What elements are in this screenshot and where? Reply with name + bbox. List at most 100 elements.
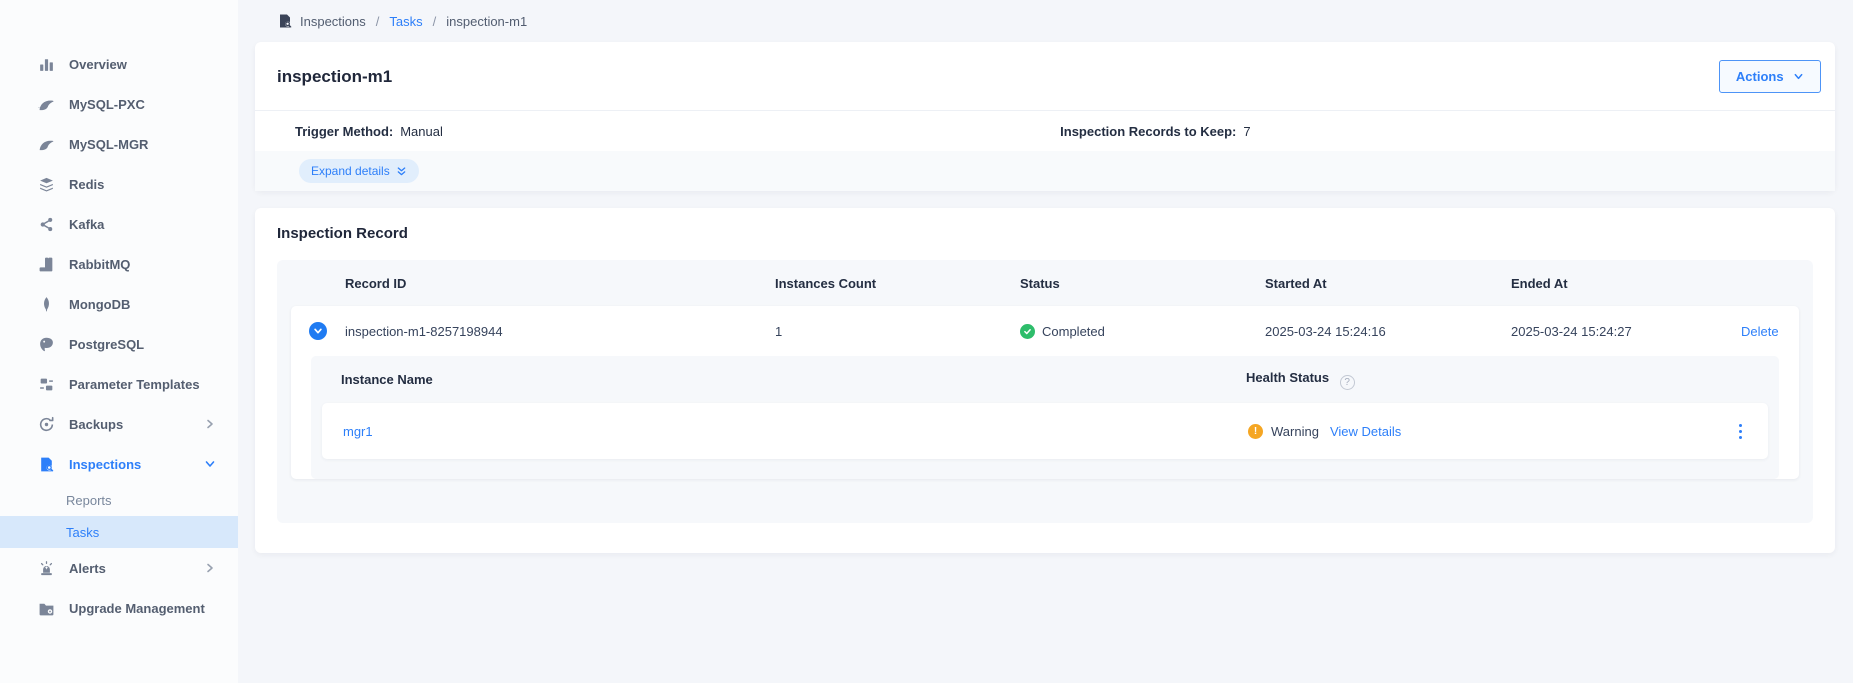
delete-button[interactable]: Delete [1741,324,1779,339]
col-health-status-label: Health Status [1246,370,1329,385]
sidebar-item-alerts[interactable]: Alerts [0,548,238,588]
sidebar-subitem-label: Tasks [66,525,99,540]
sidebar-item-parameter-templates[interactable]: Parameter Templates [0,364,238,404]
sidebar-item-upgrade-management[interactable]: Upgrade Management [0,588,238,628]
expand-details-label: Expand details [311,164,390,178]
field-label: Inspection Records to Keep: [1060,124,1236,139]
page-title: inspection-m1 [277,67,392,87]
sidebar-item-label: MySQL-PXC [69,95,216,114]
sidebar-item-label: Backups [69,415,190,434]
sidebar-item-label: PostgreSQL [69,335,216,354]
chevron-down-icon [313,326,323,336]
inspection-record-card: Inspection Record Record ID Instances Co… [255,208,1835,553]
instance-name-link[interactable]: mgr1 [343,424,1248,439]
health-status-cell: ! Warning View Details [1248,424,1401,439]
sidebar-item-overview[interactable]: Overview [0,44,238,84]
sidebar-item-label: Inspections [69,455,190,474]
kafka-nodes-icon [38,216,55,233]
alerts-icon [38,560,55,577]
sidebar-item-redis[interactable]: Redis [0,164,238,204]
chevron-down-icon [1793,71,1804,82]
sidebar-item-label: Redis [69,175,216,194]
task-header-card: inspection-m1 Actions Trigger Method: Ma… [255,42,1835,191]
main-content: Inspections / Tasks / inspection-m1 insp… [238,0,1853,683]
col-instances-count: Instances Count [775,276,1020,291]
sidebar-item-label: Alerts [69,559,190,578]
col-instance-name: Instance Name [341,372,1246,387]
breadcrumb-current: inspection-m1 [446,14,527,29]
col-record-id: Record ID [345,276,775,291]
warning-icon: ! [1248,424,1263,439]
sidebar: Overview MySQL-PXC MySQL-MGR Redis Kafka… [0,0,238,683]
backups-icon [38,416,55,433]
mysql-dolphin-icon [38,96,55,113]
mysql-dolphin-icon [38,136,55,153]
sidebar-item-postgresql[interactable]: PostgreSQL [0,324,238,364]
sidebar-subitem-label: Reports [66,493,112,508]
field-label: Trigger Method: [295,124,393,139]
sidebar-item-label: Overview [69,55,216,74]
actions-button[interactable]: Actions [1719,60,1821,93]
sidebar-item-rabbitmq[interactable]: RabbitMQ [0,244,238,284]
record-row-card: inspection-m1-8257198944 1 Completed 202… [291,306,1799,479]
collapse-row-toggle[interactable] [309,322,327,340]
sidebar-item-label: Parameter Templates [69,375,216,394]
status-cell: Completed [1020,324,1265,339]
inspection-doc-icon [277,13,293,29]
upgrade-management-icon [38,600,55,617]
record-id-cell: inspection-m1-8257198944 [345,324,775,339]
started-at-cell: 2025-03-24 15:24:16 [1265,324,1511,339]
sidebar-item-mysql-pxc[interactable]: MySQL-PXC [0,84,238,124]
sidebar-item-reports[interactable]: Reports [0,484,238,516]
postgresql-elephant-icon [38,336,55,353]
kebab-menu-icon[interactable] [1735,420,1746,443]
overview-bar-chart-icon [38,56,55,73]
instance-detail-panel: Instance Name Health Status ? mgr1 ! War… [311,356,1779,479]
chevron-right-icon [204,418,216,430]
sidebar-item-kafka[interactable]: Kafka [0,204,238,244]
sidebar-item-tasks[interactable]: Tasks [0,516,238,548]
redis-layers-icon [38,176,55,193]
double-chevron-down-icon [396,166,407,177]
instance-row: mgr1 ! Warning View Details [322,403,1768,459]
records-to-keep-field: Inspection Records to Keep: 7 [1060,124,1250,139]
help-icon[interactable]: ? [1340,375,1355,390]
sidebar-item-label: MongoDB [69,295,216,314]
sidebar-item-mysql-mgr[interactable]: MySQL-MGR [0,124,238,164]
sidebar-item-label: Kafka [69,215,216,234]
breadcrumb-tasks-link[interactable]: Tasks [389,14,422,29]
actions-button-label: Actions [1736,69,1784,84]
section-title: Inspection Record [277,225,1813,242]
chevron-right-icon [204,562,216,574]
sidebar-item-backups[interactable]: Backups [0,404,238,444]
field-value: 7 [1243,124,1250,139]
expand-details-button[interactable]: Expand details [299,159,419,183]
rabbitmq-icon [38,256,55,273]
col-status: Status [1020,276,1265,291]
inspections-icon [38,456,55,473]
table-row: inspection-m1-8257198944 1 Completed 202… [291,306,1799,356]
ended-at-cell: 2025-03-24 15:24:27 [1511,324,1741,339]
mongodb-leaf-icon [38,296,55,313]
col-ended-at: Ended At [1511,276,1741,291]
sidebar-item-mongodb[interactable]: MongoDB [0,284,238,324]
chevron-down-icon [204,458,216,470]
expand-details-band: Expand details [255,151,1835,191]
trigger-method-field: Trigger Method: Manual [277,124,1060,139]
col-started-at: Started At [1265,276,1511,291]
record-table-header: Record ID Instances Count Status Started… [291,260,1799,306]
task-summary-fields: Trigger Method: Manual Inspection Record… [255,111,1835,151]
record-table: Record ID Instances Count Status Started… [277,260,1813,523]
col-health-status: Health Status ? [1246,370,1355,390]
instances-count-cell: 1 [775,324,1020,339]
instance-table-header: Instance Name Health Status ? [322,356,1768,403]
sidebar-item-inspections[interactable]: Inspections [0,444,238,484]
breadcrumb-separator: / [376,14,380,29]
completed-check-icon [1020,324,1035,339]
view-details-link[interactable]: View Details [1330,424,1401,439]
parameter-templates-icon [38,376,55,393]
sidebar-item-label: Upgrade Management [69,599,216,618]
sidebar-item-label: RabbitMQ [69,255,216,274]
breadcrumb-inspections[interactable]: Inspections [300,14,366,29]
breadcrumb: Inspections / Tasks / inspection-m1 [255,0,1835,42]
